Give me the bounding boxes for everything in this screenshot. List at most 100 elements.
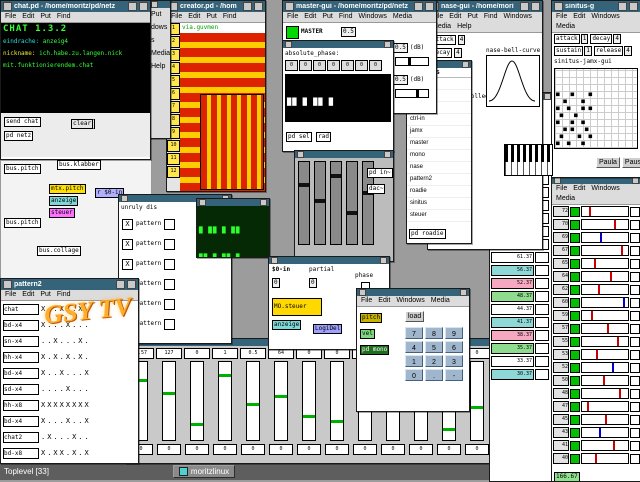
cell[interactable]	[630, 363, 640, 373]
menu-item[interactable]: Edit	[185, 12, 203, 22]
number-box[interactable]: 65	[553, 258, 569, 269]
active-cell[interactable]	[570, 363, 580, 373]
menu-item[interactable]: Put	[37, 12, 54, 22]
windows-list-item[interactable]: master	[407, 138, 471, 150]
vertical-slider[interactable]	[330, 361, 344, 441]
step-pattern[interactable]: X...X..X	[41, 417, 91, 426]
step-pattern[interactable]: .X...X..	[41, 433, 91, 442]
active-cell[interactable]	[570, 298, 580, 308]
number-box[interactable]: 0	[325, 444, 349, 455]
active-cell[interactable]	[570, 285, 580, 295]
close-button[interactable]	[139, 2, 148, 11]
minimize-button[interactable]	[414, 2, 423, 11]
step-pattern[interactable]: X.X.X.X.	[41, 353, 91, 362]
close-button[interactable]	[380, 257, 387, 264]
slider-handle[interactable]	[247, 403, 259, 406]
slider-handle[interactable]	[191, 423, 203, 426]
number-box[interactable]: 45	[553, 414, 569, 425]
menu-item[interactable]: File	[553, 184, 570, 194]
row-slider[interactable]	[581, 323, 629, 334]
keypad-key[interactable]: 5	[425, 341, 443, 353]
track-label-box[interactable]: sn-x4	[3, 336, 39, 347]
object-box[interactable]: pd mono	[360, 345, 389, 355]
number-box[interactable]: 0	[272, 278, 280, 288]
number-box[interactable]: 50	[553, 375, 569, 386]
menu-item[interactable]: Windows	[393, 296, 427, 306]
number-box[interactable]: 48	[553, 388, 569, 399]
menu-item[interactable]: Find	[54, 12, 74, 22]
fader-knob[interactable]	[347, 211, 357, 215]
object-box[interactable]: LogiDel	[313, 324, 342, 334]
active-cell[interactable]	[570, 324, 580, 334]
object-box[interactable]: anzeige	[272, 320, 301, 330]
menu-item[interactable]: s	[149, 34, 170, 47]
row-slider[interactable]	[581, 206, 629, 217]
note-grid[interactable]: ■ ■ ■ ■ ■ ■ ■ ■ ■ ■ ■ ■ ■ ■ ■ ■ ■ ■ ■ ■■…	[554, 68, 638, 149]
minimize-button[interactable]	[359, 289, 366, 296]
object-box[interactable]: rad	[316, 132, 331, 142]
cell[interactable]	[535, 252, 549, 263]
number-box[interactable]: 127	[156, 348, 182, 359]
menu-item[interactable]: Put	[149, 8, 170, 21]
number-box[interactable]: 33.37	[491, 356, 534, 367]
cell[interactable]	[630, 285, 640, 295]
menu-item[interactable]: Edit	[570, 184, 588, 194]
number-box[interactable]: 0	[157, 444, 181, 455]
cell[interactable]	[535, 265, 549, 276]
object-box[interactable]: attack	[554, 34, 580, 44]
menu-item[interactable]: Media	[553, 22, 578, 32]
menu-item[interactable]: Media	[428, 296, 453, 306]
cell[interactable]	[630, 220, 640, 230]
anzeige-titlebar[interactable]	[197, 199, 269, 206]
number-box[interactable]: 0	[269, 444, 293, 455]
menu-item[interactable]: Edit	[19, 12, 37, 22]
close-button[interactable]	[425, 2, 434, 11]
number-box[interactable]: 70	[553, 219, 569, 230]
cell[interactable]	[535, 343, 549, 354]
load-button[interactable]: load	[405, 311, 424, 322]
number-box[interactable]: 4	[613, 34, 621, 44]
track-label-box[interactable]: sd-x4	[3, 384, 39, 395]
menu-item[interactable]: File	[2, 290, 19, 300]
row-slider[interactable]	[581, 258, 629, 269]
cell[interactable]	[630, 337, 640, 347]
number-box[interactable]: 53	[553, 349, 569, 360]
menu-item[interactable]: Windows	[355, 12, 389, 22]
number-box[interactable]: 0	[437, 444, 461, 455]
cell[interactable]: 0	[355, 60, 368, 71]
cell[interactable]: 0	[299, 60, 312, 71]
object-box[interactable]: pd roadie	[409, 229, 446, 239]
menu-item[interactable]: Edit	[375, 296, 393, 306]
windows-list-item[interactable]: ctrl-in	[407, 114, 471, 126]
slider-handle[interactable]	[303, 415, 315, 418]
active-cell[interactable]	[570, 259, 580, 269]
cell[interactable]	[535, 291, 549, 302]
number-box[interactable]: 1	[581, 34, 589, 44]
number-box[interactable]: 47	[553, 401, 569, 412]
number-box[interactable]: 0.5	[341, 27, 356, 37]
cell[interactable]	[630, 259, 640, 269]
row-slider[interactable]	[581, 245, 629, 256]
object-box[interactable]: bus.collage	[37, 246, 81, 256]
toggle[interactable]	[164, 319, 175, 330]
window-menu-button[interactable]	[3, 2, 12, 11]
object-box[interactable]: bus.pitch	[4, 218, 41, 228]
active-cell[interactable]	[570, 337, 580, 347]
sinitus-titlebar[interactable]: sinitus-g	[552, 1, 640, 12]
row-slider[interactable]	[581, 336, 629, 347]
minimize-button[interactable]	[297, 151, 304, 158]
menu-item[interactable]: Windows	[588, 184, 622, 194]
number-box[interactable]: 0	[184, 348, 210, 359]
channel-fader[interactable]	[298, 161, 310, 245]
close-button[interactable]	[151, 1, 158, 8]
number-box[interactable]: 4	[624, 46, 632, 56]
menu-item[interactable]: Help	[149, 60, 170, 73]
piano-keyboard[interactable]	[504, 144, 553, 176]
step-pattern[interactable]: ..X...X.	[41, 337, 91, 346]
close-button[interactable]	[629, 2, 638, 11]
row-slider[interactable]	[581, 440, 629, 451]
window-menu-button[interactable]	[554, 2, 563, 11]
cell[interactable]	[630, 402, 640, 412]
keypad-key[interactable]: -	[445, 369, 463, 381]
tracker-titlebar[interactable]	[552, 177, 640, 184]
